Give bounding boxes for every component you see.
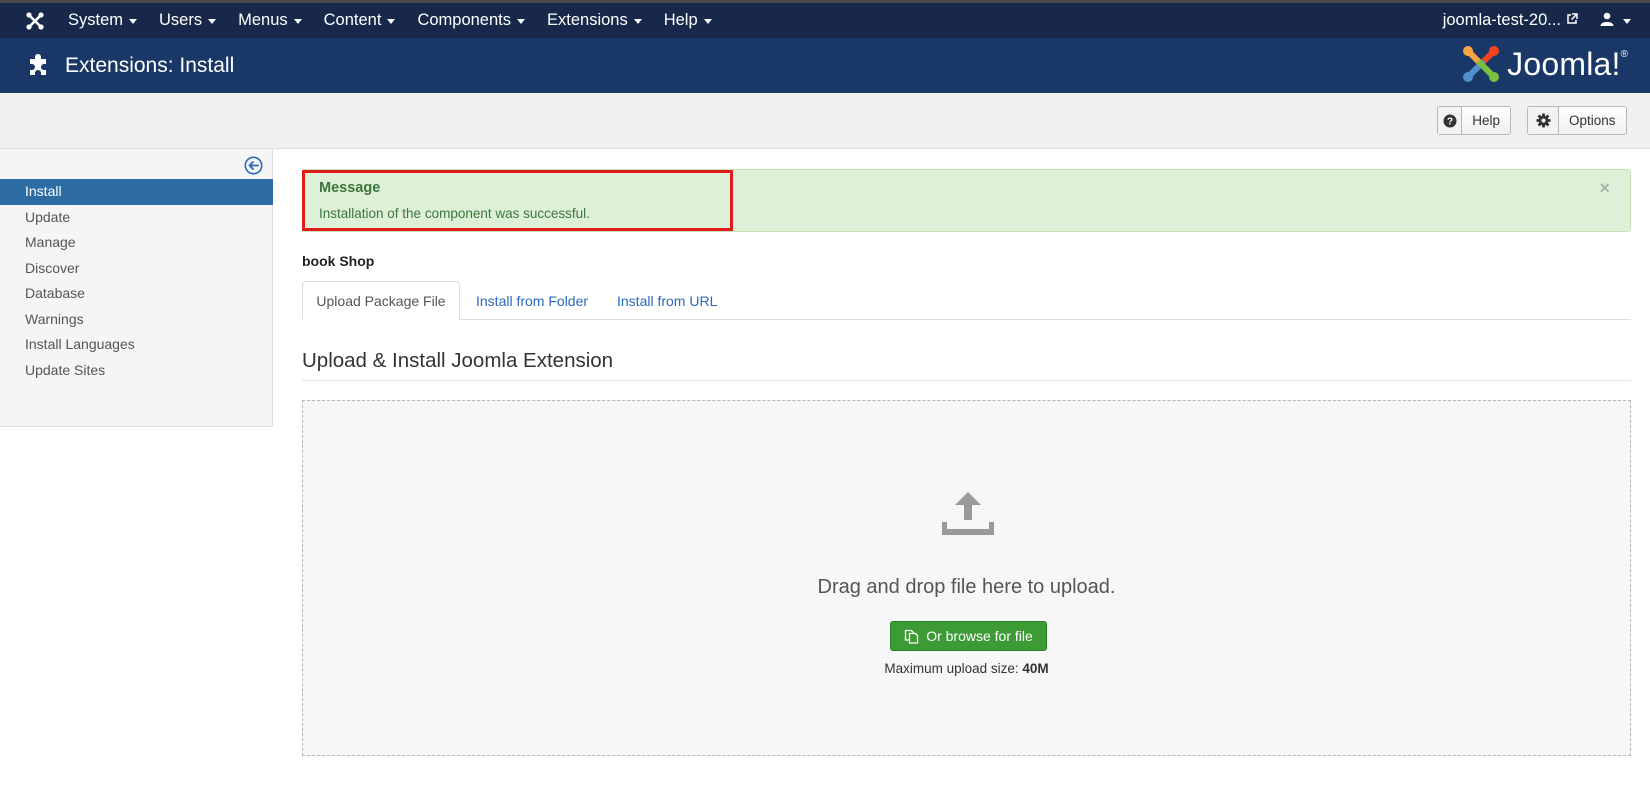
max-size-value: 40M	[1022, 661, 1049, 676]
svg-text:?: ?	[1447, 116, 1453, 127]
menu-label: System	[68, 11, 124, 29]
page-title: Extensions: Install	[65, 53, 235, 77]
menu-label: Menus	[238, 11, 288, 29]
browse-file-button[interactable]: Or browse for file	[890, 621, 1047, 651]
top-navbar: System Users Menus Content Components Ex…	[0, 0, 1650, 38]
section-title: Upload & Install Joomla Extension	[302, 349, 614, 372]
user-icon	[1600, 12, 1614, 29]
drop-instruction: Drag and drop file here to upload.	[817, 576, 1116, 598]
tab-upload-package-file[interactable]: Upload Package File	[302, 281, 460, 320]
logo-text: Joomla!	[1507, 45, 1621, 82]
sidebar-item-install-languages[interactable]: Install Languages	[0, 332, 273, 358]
site-link[interactable]: joomla-test-20...	[1443, 11, 1600, 30]
menu-label: Extensions	[547, 11, 628, 29]
caret-down-icon	[129, 19, 138, 24]
close-icon[interactable]: ×	[1599, 178, 1610, 199]
sidebar-item-database[interactable]: Database	[0, 281, 273, 307]
site-link-label: joomla-test-20...	[1442, 11, 1561, 29]
puzzle-icon	[26, 53, 50, 78]
sidebar-item-discover[interactable]: Discover	[0, 256, 273, 282]
external-link-icon	[1566, 11, 1578, 30]
success-message: Message Installation of the component wa…	[302, 169, 1631, 232]
sidebar-item-install[interactable]: Install	[0, 179, 273, 205]
menu-help[interactable]: Help	[653, 3, 723, 38]
caret-down-icon	[633, 19, 642, 24]
main-menu: System Users Menus Content Components Ex…	[57, 3, 723, 38]
sidebar-item-warnings[interactable]: Warnings	[0, 307, 273, 333]
menu-label: Help	[663, 11, 698, 29]
message-heading: Message	[319, 180, 381, 196]
page-header: Extensions: Install Joomla! ®	[0, 38, 1650, 93]
caret-down-icon	[293, 19, 302, 24]
options-label: Options	[1569, 113, 1616, 128]
message-text: Installation of the component was succes…	[319, 206, 590, 221]
caret-down-icon	[1623, 19, 1631, 24]
collapse-sidebar-icon[interactable]	[244, 156, 263, 175]
caret-down-icon	[208, 19, 217, 24]
extension-name: book Shop	[302, 253, 375, 269]
menu-users[interactable]: Users	[148, 3, 227, 38]
browse-file-label: Or browse for file	[926, 628, 1033, 644]
menu-components[interactable]: Components	[406, 3, 536, 38]
menu-menus[interactable]: Menus	[227, 3, 313, 38]
joomla-logo-icon	[1463, 46, 1500, 82]
copy-file-icon	[905, 629, 919, 644]
caret-down-icon	[387, 19, 396, 24]
user-menu[interactable]	[1600, 12, 1650, 29]
logo-registered: ®	[1620, 48, 1628, 60]
gear-icon	[1528, 107, 1559, 134]
tab-install-from-url[interactable]: Install from URL	[617, 281, 717, 320]
joomla-logo: Joomla! ®	[1461, 44, 1628, 84]
upload-icon	[941, 490, 995, 536]
max-upload-size: Maximum upload size: 40M	[303, 661, 1630, 676]
help-label: Help	[1472, 113, 1500, 128]
sidebar-item-update[interactable]: Update	[0, 205, 273, 231]
menu-label: Components	[417, 11, 511, 29]
options-button[interactable]: Options	[1527, 106, 1627, 135]
menu-system[interactable]: System	[57, 3, 148, 38]
toolbar: ? Help Options	[0, 93, 1650, 149]
help-button[interactable]: ? Help	[1437, 106, 1511, 135]
sidebar-item-update-sites[interactable]: Update Sites	[0, 358, 273, 384]
sidebar-menu: Install Update Manage Discover Database …	[0, 179, 273, 383]
tab-install-from-folder[interactable]: Install from Folder	[476, 281, 588, 320]
max-size-label: Maximum upload size:	[884, 661, 1019, 676]
caret-down-icon	[517, 19, 525, 24]
menu-content[interactable]: Content	[313, 3, 407, 38]
sidebar: Install Update Manage Discover Database …	[0, 149, 273, 427]
joomla-mini-icon[interactable]	[17, 3, 53, 38]
menu-label: Content	[323, 11, 382, 29]
upload-dropzone[interactable]: Drag and drop file here to upload. Or br…	[302, 400, 1631, 756]
question-circle-icon: ?	[1438, 107, 1463, 134]
caret-down-icon	[703, 19, 712, 24]
menu-extensions[interactable]: Extensions	[536, 3, 653, 38]
navbar-right: joomla-test-20...	[1443, 3, 1650, 38]
install-tabs: Upload Package File Install from Folder …	[302, 281, 1631, 320]
menu-label: Users	[159, 11, 203, 29]
sidebar-item-manage[interactable]: Manage	[0, 230, 273, 256]
divider	[302, 380, 1631, 381]
